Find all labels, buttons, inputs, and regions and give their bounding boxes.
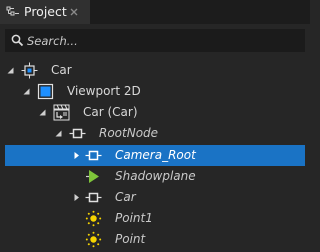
collapsed-arrow-icon[interactable] — [72, 151, 81, 160]
point-light-icon — [85, 210, 102, 227]
tab-label: Project — [24, 4, 67, 19]
tree-node-label: Shadowplane — [115, 169, 196, 183]
project-panel-icon — [6, 6, 19, 16]
tree-row-camera-root[interactable]: Camera_Root — [5, 145, 305, 166]
tree-node-label: Point1 — [115, 211, 153, 225]
search-box — [5, 29, 305, 52]
tree-node-label: Point — [115, 232, 146, 246]
tree-node-label: Car — [115, 190, 136, 204]
tree-row-car-scene[interactable]: Car (Car) — [0, 102, 310, 123]
tree-node-label: RootNode — [99, 126, 159, 140]
tree-node-label: Camera_Root — [115, 148, 196, 162]
tree-node-label: Viewport 2D — [67, 84, 141, 98]
node-icon — [85, 192, 102, 203]
tree-row-point1[interactable]: Point1 — [0, 208, 310, 229]
expanded-arrow-icon[interactable] — [54, 129, 63, 138]
search-input[interactable] — [27, 31, 297, 50]
tree-node-label: Car — [51, 63, 72, 77]
close-icon[interactable] — [67, 5, 81, 19]
tree-row-viewport-2d[interactable]: Viewport 2D — [0, 81, 310, 102]
scene-icon — [53, 104, 70, 121]
tree-row-rootnode[interactable]: RootNode — [0, 123, 310, 144]
3d-node-icon — [21, 62, 38, 79]
tree-row-car-child[interactable]: Car — [0, 187, 310, 208]
collapsed-arrow-icon[interactable] — [72, 193, 81, 202]
tree-row-point[interactable]: Point — [0, 229, 310, 250]
tree-row-car[interactable]: Car — [0, 60, 310, 81]
tree-node-label: Car (Car) — [83, 105, 138, 119]
tree-row-shadowplane[interactable]: Shadowplane — [0, 166, 310, 187]
tab-bar: Project — [0, 0, 310, 24]
viewport-icon — [37, 83, 54, 100]
expanded-arrow-icon[interactable] — [38, 108, 47, 117]
node-icon — [85, 150, 102, 161]
node-icon — [69, 128, 86, 139]
search-icon — [11, 34, 24, 47]
plane-icon — [86, 170, 99, 183]
point-light-icon — [85, 231, 102, 248]
expanded-arrow-icon[interactable] — [22, 87, 31, 96]
expanded-arrow-icon[interactable] — [6, 66, 15, 75]
tab-project[interactable]: Project — [0, 0, 90, 24]
